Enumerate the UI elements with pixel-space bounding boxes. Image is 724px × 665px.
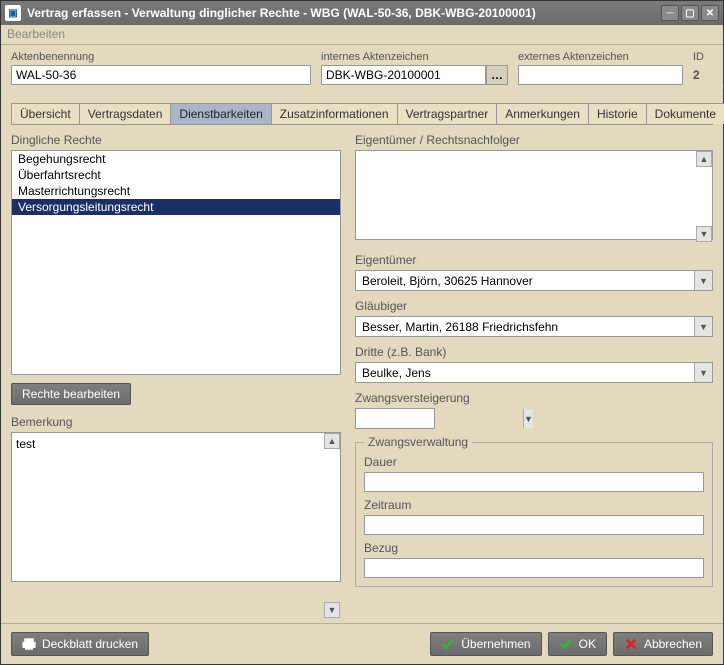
zwangsversteigerung-combo-input[interactable] — [356, 409, 523, 428]
id-label: ID — [693, 51, 713, 63]
uebernehmen-label: Übernehmen — [461, 637, 530, 651]
dingliche-rechte-label: Dingliche Rechte — [11, 133, 341, 147]
list-item[interactable]: Versorgungsleitungsrecht — [12, 199, 340, 215]
zeitraum-input[interactable] — [364, 515, 704, 535]
list-item[interactable]: Masterrichtungsrecht — [12, 183, 340, 199]
minimize-button[interactable]: ─ — [661, 5, 679, 21]
dauer-label: Dauer — [364, 455, 704, 469]
printer-icon — [22, 637, 36, 651]
bezug-label: Bezug — [364, 541, 704, 555]
glaeubiger-label: Gläubiger — [355, 299, 713, 313]
eigentuemer-nf-label: Eigentümer / Rechtsnachfolger — [355, 133, 713, 147]
scroll-down-icon[interactable]: ▼ — [324, 602, 340, 618]
tab-anmerkungen[interactable]: Anmerkungen — [496, 103, 589, 124]
deckblatt-drucken-button[interactable]: Deckblatt drucken — [11, 632, 149, 656]
window-root: ▣ Vertrag erfassen - Verwaltung dinglich… — [0, 0, 724, 665]
abbrechen-label: Abbrechen — [644, 637, 702, 651]
bemerkung-label: Bemerkung — [11, 415, 341, 429]
glaeubiger-combo-input[interactable] — [356, 317, 694, 336]
list-item[interactable]: Überfahrtsrecht — [12, 167, 340, 183]
internes-az-browse-button[interactable]: … — [486, 65, 508, 85]
chevron-down-icon[interactable]: ▼ — [694, 363, 712, 382]
internes-az-label: internes Aktenzeichen — [321, 51, 508, 63]
tab-dokumente[interactable]: Dokumente — [646, 103, 724, 124]
uebernehmen-button[interactable]: Übernehmen — [430, 632, 541, 656]
zwangsverwaltung-legend: Zwangsverwaltung — [364, 435, 472, 449]
glaeubiger-combo[interactable]: ▼ — [355, 316, 713, 337]
zwangsversteigerung-label: Zwangsversteigerung — [355, 391, 713, 405]
deckblatt-label: Deckblatt drucken — [42, 637, 138, 651]
ok-button[interactable]: OK — [548, 632, 607, 656]
dritte-combo-input[interactable] — [356, 363, 694, 382]
dritte-combo[interactable]: ▼ — [355, 362, 713, 383]
bezug-input[interactable] — [364, 558, 704, 578]
tab-vertragsdaten[interactable]: Vertragsdaten — [79, 103, 172, 124]
zeitraum-label: Zeitraum — [364, 498, 704, 512]
tab-uebersicht[interactable]: Übersicht — [11, 103, 80, 124]
tab-zusatz[interactable]: Zusatzinformationen — [271, 103, 398, 124]
dritte-label: Dritte (z.B. Bank) — [355, 345, 713, 359]
dauer-input[interactable] — [364, 472, 704, 492]
abbrechen-button[interactable]: Abbrechen — [613, 632, 713, 656]
close-button[interactable]: ✕ — [701, 5, 719, 21]
ok-label: OK — [579, 637, 596, 651]
eigentuemer-combo[interactable]: ▼ — [355, 270, 713, 291]
check-icon — [441, 637, 455, 651]
menubar: Bearbeiten — [1, 25, 723, 45]
internes-az-input[interactable] — [321, 65, 486, 85]
scroll-up-icon[interactable]: ▲ — [696, 151, 712, 167]
check-icon — [559, 637, 573, 651]
bemerkung-textarea[interactable] — [11, 432, 341, 582]
chevron-down-icon[interactable]: ▼ — [523, 409, 533, 428]
menu-edit[interactable]: Bearbeiten — [7, 27, 65, 41]
tab-historie[interactable]: Historie — [588, 103, 647, 124]
app-icon: ▣ — [5, 5, 21, 21]
window-title: Vertrag erfassen - Verwaltung dinglicher… — [27, 6, 661, 20]
eigentuemer-nf-textarea[interactable] — [355, 150, 713, 240]
zwangsverwaltung-group: Zwangsverwaltung Dauer Zeitraum Bezug — [355, 435, 713, 587]
id-value: 2 — [693, 65, 713, 85]
titlebar: ▣ Vertrag erfassen - Verwaltung dinglich… — [1, 1, 723, 25]
footer: Deckblatt drucken Übernehmen OK Abbreche… — [1, 623, 723, 664]
cancel-icon — [624, 637, 638, 651]
maximize-button[interactable]: ▢ — [681, 5, 699, 21]
scroll-down-icon[interactable]: ▼ — [696, 226, 712, 242]
rechte-bearbeiten-button[interactable]: Rechte bearbeiten — [11, 383, 131, 405]
dingliche-rechte-list[interactable]: BegehungsrechtÜberfahrtsrechtMasterricht… — [11, 150, 341, 375]
list-item[interactable]: Begehungsrecht — [12, 151, 340, 167]
externes-az-label: externes Aktenzeichen — [518, 51, 683, 63]
eigentuemer-label: Eigentümer — [355, 253, 713, 267]
chevron-down-icon[interactable]: ▼ — [694, 317, 712, 336]
scroll-up-icon[interactable]: ▲ — [324, 433, 340, 449]
tab-dienstbarkeiten[interactable]: Dienstbarkeiten — [170, 103, 271, 124]
tab-bar: Übersicht Vertragsdaten Dienstbarkeiten … — [11, 103, 713, 125]
aktenbenennung-label: Aktenbenennung — [11, 51, 311, 63]
externes-az-input[interactable] — [518, 65, 683, 85]
chevron-down-icon[interactable]: ▼ — [694, 271, 712, 290]
zwangsversteigerung-combo[interactable]: ▼ — [355, 408, 435, 429]
aktenbenennung-input[interactable] — [11, 65, 311, 85]
eigentuemer-combo-input[interactable] — [356, 271, 694, 290]
tab-vertragspartner[interactable]: Vertragspartner — [397, 103, 498, 124]
